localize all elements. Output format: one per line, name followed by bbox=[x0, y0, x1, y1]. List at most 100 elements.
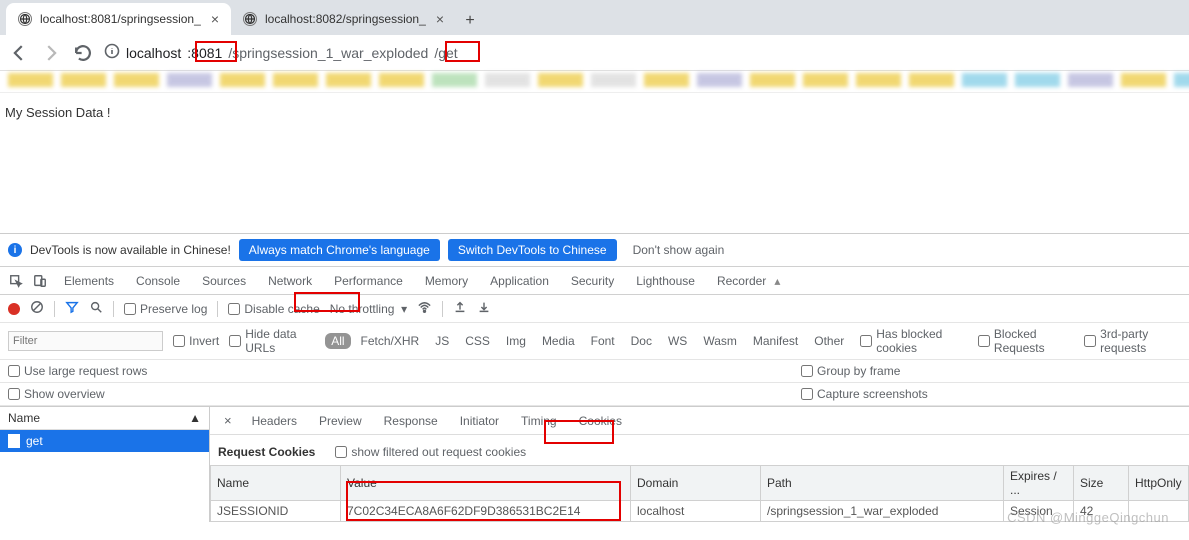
record-button[interactable] bbox=[8, 303, 20, 315]
bookmark-item[interactable] bbox=[644, 73, 689, 87]
bookmark-item[interactable] bbox=[8, 73, 53, 87]
hide-data-urls-checkbox[interactable]: Hide data URLs bbox=[229, 327, 315, 355]
bookmark-item[interactable] bbox=[273, 73, 318, 87]
bookmark-item[interactable] bbox=[538, 73, 583, 87]
bookmark-item[interactable] bbox=[803, 73, 848, 87]
bookmark-item[interactable] bbox=[697, 73, 742, 87]
detail-tab-timing[interactable]: Timing bbox=[511, 414, 567, 428]
column-header[interactable]: Path bbox=[761, 466, 1004, 501]
throttling-select[interactable]: No throttling ▾ bbox=[330, 302, 407, 316]
bookmark-item[interactable] bbox=[909, 73, 954, 87]
bookmark-item[interactable] bbox=[485, 73, 530, 87]
bookmark-item[interactable] bbox=[220, 73, 265, 87]
bookmark-item[interactable] bbox=[962, 73, 1007, 87]
devtools-tab-sources[interactable]: Sources bbox=[192, 274, 256, 288]
bookmark-item[interactable] bbox=[114, 73, 159, 87]
filter-icon[interactable] bbox=[65, 300, 79, 317]
devtools-tab-application[interactable]: Application bbox=[480, 274, 559, 288]
show-filtered-out-checkbox[interactable]: show filtered out request cookies bbox=[335, 445, 526, 459]
column-header[interactable]: Domain bbox=[631, 466, 761, 501]
request-list-header[interactable]: Name▲ bbox=[0, 407, 209, 430]
filter-type-js[interactable]: JS bbox=[429, 333, 455, 349]
upload-icon[interactable] bbox=[453, 300, 467, 317]
column-header[interactable]: Expires / ... bbox=[1004, 466, 1074, 501]
third-party-checkbox[interactable]: 3rd-party requests bbox=[1084, 327, 1181, 355]
disable-cache-checkbox[interactable]: Disable cache bbox=[228, 302, 319, 316]
has-blocked-cookies-checkbox[interactable]: Has blocked cookies bbox=[860, 327, 968, 355]
info-icon[interactable] bbox=[104, 43, 120, 62]
device-icon[interactable] bbox=[30, 274, 50, 288]
request-item[interactable]: get bbox=[0, 430, 209, 452]
devtools-tab-console[interactable]: Console bbox=[126, 274, 190, 288]
forward-button bbox=[40, 42, 62, 64]
bookmark-item[interactable] bbox=[856, 73, 901, 87]
bookmark-item[interactable] bbox=[1068, 73, 1113, 87]
large-rows-checkbox[interactable]: Use large request rows bbox=[8, 364, 147, 378]
filter-type-ws[interactable]: WS bbox=[662, 333, 693, 349]
bookmark-item[interactable] bbox=[591, 73, 636, 87]
bookmark-item[interactable] bbox=[61, 73, 106, 87]
bookmark-item[interactable] bbox=[1174, 73, 1189, 87]
detail-tab-initiator[interactable]: Initiator bbox=[450, 414, 509, 428]
bookmark-item[interactable] bbox=[1015, 73, 1060, 87]
group-by-frame-checkbox[interactable]: Group by frame bbox=[801, 364, 900, 378]
filter-type-other[interactable]: Other bbox=[808, 333, 850, 349]
column-header[interactable]: Value bbox=[341, 466, 631, 501]
devtools-tab-recorder[interactable]: Recorder bbox=[707, 274, 776, 288]
detail-tab-preview[interactable]: Preview bbox=[309, 414, 372, 428]
new-tab-button[interactable]: + bbox=[456, 7, 484, 35]
devtools-tab-network[interactable]: Network bbox=[258, 274, 322, 288]
filter-type-font[interactable]: Font bbox=[585, 333, 621, 349]
filter-type-doc[interactable]: Doc bbox=[625, 333, 658, 349]
switch-language-button[interactable]: Switch DevTools to Chinese bbox=[448, 239, 617, 261]
back-button[interactable] bbox=[8, 42, 30, 64]
filter-type-wasm[interactable]: Wasm bbox=[697, 333, 743, 349]
inspect-icon[interactable] bbox=[6, 274, 26, 288]
bookmark-item[interactable] bbox=[379, 73, 424, 87]
wifi-icon[interactable] bbox=[417, 300, 432, 318]
bookmark-item[interactable] bbox=[432, 73, 477, 87]
column-header[interactable]: Name bbox=[211, 466, 341, 501]
filter-input[interactable] bbox=[8, 331, 163, 351]
preserve-log-checkbox[interactable]: Preserve log bbox=[124, 302, 207, 316]
close-icon[interactable]: × bbox=[211, 11, 219, 27]
devtools-tab-security[interactable]: Security bbox=[561, 274, 624, 288]
column-header[interactable]: Size bbox=[1074, 466, 1129, 501]
bookmark-item[interactable] bbox=[750, 73, 795, 87]
filter-type-css[interactable]: CSS bbox=[459, 333, 496, 349]
devtools-tab-lighthouse[interactable]: Lighthouse bbox=[626, 274, 705, 288]
devtools-tab-memory[interactable]: Memory bbox=[415, 274, 478, 288]
reload-button[interactable] bbox=[72, 42, 94, 64]
filter-type-media[interactable]: Media bbox=[536, 333, 581, 349]
download-icon[interactable] bbox=[477, 300, 491, 317]
search-icon[interactable] bbox=[89, 300, 103, 317]
clear-icon[interactable] bbox=[30, 300, 44, 317]
bookmark-item[interactable] bbox=[167, 73, 212, 87]
dont-show-again-button[interactable]: Don't show again bbox=[625, 239, 733, 261]
detail-tab-headers[interactable]: Headers bbox=[242, 414, 307, 428]
devtools-tab-performance[interactable]: Performance bbox=[324, 274, 413, 288]
cookie-path: /springsession_1_war_exploded bbox=[761, 501, 1004, 522]
detail-tab-response[interactable]: Response bbox=[374, 414, 448, 428]
url-bar[interactable]: localhost:8081/springsession_1_war_explo… bbox=[104, 43, 458, 62]
capture-screenshots-checkbox[interactable]: Capture screenshots bbox=[801, 387, 928, 401]
devtools-tab-elements[interactable]: Elements bbox=[54, 274, 124, 288]
bookmark-item[interactable] bbox=[1121, 73, 1166, 87]
close-detail-button[interactable]: × bbox=[216, 413, 240, 428]
address-bar: localhost:8081/springsession_1_war_explo… bbox=[0, 35, 1189, 71]
show-overview-checkbox[interactable]: Show overview bbox=[8, 387, 105, 401]
bookmark-item[interactable] bbox=[326, 73, 371, 87]
invert-checkbox[interactable]: Invert bbox=[173, 334, 219, 348]
close-icon[interactable]: × bbox=[436, 11, 444, 27]
filter-type-manifest[interactable]: Manifest bbox=[747, 333, 804, 349]
browser-tab[interactable]: localhost:8082/springsession_ × bbox=[231, 3, 456, 35]
detail-tab-cookies[interactable]: Cookies bbox=[569, 414, 632, 428]
filter-type-img[interactable]: Img bbox=[500, 333, 532, 349]
network-options-row: Use large request rows Group by frame bbox=[0, 360, 1189, 383]
always-match-button[interactable]: Always match Chrome's language bbox=[239, 239, 440, 261]
filter-type-all[interactable]: All bbox=[325, 333, 350, 349]
column-header[interactable]: HttpOnly bbox=[1129, 466, 1189, 501]
blocked-requests-checkbox[interactable]: Blocked Requests bbox=[978, 327, 1074, 355]
filter-type-fetch-xhr[interactable]: Fetch/XHR bbox=[355, 333, 426, 349]
browser-tab-active[interactable]: localhost:8081/springsession_ × bbox=[6, 3, 231, 35]
